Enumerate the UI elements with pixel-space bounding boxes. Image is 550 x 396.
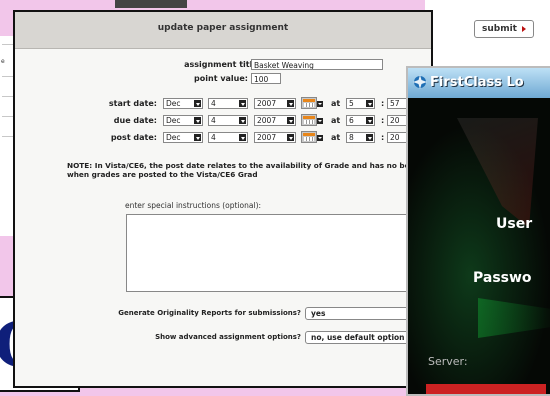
chevron-down-icon[interactable]: [317, 118, 323, 124]
chevron-down-icon: [241, 120, 245, 123]
background-photo: [115, 0, 187, 8]
at-label: at: [331, 116, 341, 125]
firstclass-title: FirstClass Lo: [430, 75, 524, 90]
page-title: update paper assignment: [157, 23, 289, 33]
chevron-down-icon: [368, 137, 372, 140]
assignment-title-label: assignment title:: [184, 60, 261, 69]
post-day-value: 4: [211, 133, 216, 142]
calendar-icon[interactable]: [301, 97, 317, 109]
server-label: Server:: [428, 355, 468, 368]
update-paper-assignment-window: update paper assignment assignment title…: [13, 10, 444, 388]
submit-button[interactable]: submit: [474, 20, 534, 38]
post-month-value: Dec: [166, 133, 181, 142]
calendar-icon[interactable]: [301, 114, 317, 126]
chevron-down-icon: [289, 103, 293, 106]
window-header: update paper assignment: [15, 12, 431, 49]
at-label: at: [331, 99, 341, 108]
advanced-options-label: Show advanced assignment options?: [155, 333, 301, 341]
submit-label: submit: [482, 24, 517, 34]
chevron-down-icon: [289, 137, 293, 140]
start-day-value: 4: [211, 99, 216, 108]
special-instructions-textarea[interactable]: [126, 214, 426, 292]
chevron-down-icon: [289, 120, 293, 123]
chevron-down-icon: [196, 120, 200, 123]
firstclass-login-window: FirstClass Lo User Passwo Server:: [406, 66, 550, 396]
post-year-select[interactable]: 2007: [254, 132, 296, 143]
calendar-icon[interactable]: [301, 131, 317, 143]
firstclass-logo-icon: [413, 75, 427, 89]
due-year-value: 2007: [257, 116, 277, 125]
start-hour-value: 5: [349, 99, 354, 108]
chevron-down-icon: [196, 137, 200, 140]
decorative-beam: [478, 298, 550, 338]
time-colon: :: [381, 133, 385, 142]
post-date-note: NOTE: In Vista/CE6, the post date relate…: [67, 161, 444, 179]
background-text: e: [1, 58, 5, 65]
point-value-label: point value:: [194, 74, 248, 83]
at-label: at: [331, 133, 341, 142]
chevron-down-icon: [368, 103, 372, 106]
start-date-label: start date:: [108, 99, 157, 108]
server-field[interactable]: [426, 384, 546, 394]
start-year-value: 2007: [257, 99, 277, 108]
chevron-down-icon: [368, 120, 372, 123]
start-month-value: Dec: [166, 99, 181, 108]
due-minute-value: 20: [390, 116, 400, 125]
due-day-select[interactable]: 4: [208, 115, 248, 126]
chevron-down-icon: [241, 103, 245, 106]
firstclass-titlebar: FirstClass Lo: [408, 68, 550, 98]
due-hour-select[interactable]: 6: [346, 115, 375, 126]
due-hour-value: 6: [349, 116, 354, 125]
post-minute-value: 20: [390, 133, 400, 142]
decorative-beam: [457, 118, 538, 228]
originality-reports-label: Generate Originality Reports for submiss…: [118, 309, 301, 317]
chevron-down-icon[interactable]: [317, 135, 323, 141]
due-month-select[interactable]: Dec: [163, 115, 203, 126]
firstclass-login-body: [408, 98, 550, 394]
post-hour-select[interactable]: 8: [346, 132, 375, 143]
post-year-value: 2007: [257, 133, 277, 142]
post-day-select[interactable]: 4: [208, 132, 248, 143]
due-year-select[interactable]: 2007: [254, 115, 296, 126]
post-date-label: post date:: [110, 133, 157, 142]
start-day-select[interactable]: 4: [208, 98, 248, 109]
assignment-title-input[interactable]: Basket Weaving: [251, 59, 383, 70]
user-label: User: [496, 216, 533, 232]
point-value-input[interactable]: 100: [251, 73, 281, 84]
post-month-select[interactable]: Dec: [163, 132, 203, 143]
post-hour-value: 8: [349, 133, 354, 142]
start-minute-value: 57: [390, 99, 400, 108]
start-month-select[interactable]: Dec: [163, 98, 203, 109]
special-instructions-label: enter special instructions (optional):: [125, 201, 262, 210]
start-hour-select[interactable]: 5: [346, 98, 375, 109]
password-label: Passwo: [473, 270, 532, 286]
time-colon: :: [381, 116, 385, 125]
due-month-value: Dec: [166, 116, 181, 125]
chevron-down-icon[interactable]: [317, 101, 323, 107]
start-year-select[interactable]: 2007: [254, 98, 296, 109]
chevron-down-icon: [241, 137, 245, 140]
chevron-down-icon: [196, 103, 200, 106]
time-colon: :: [381, 99, 385, 108]
due-day-value: 4: [211, 116, 216, 125]
due-date-label: due date:: [113, 116, 157, 125]
arrow-right-icon: [521, 26, 526, 32]
